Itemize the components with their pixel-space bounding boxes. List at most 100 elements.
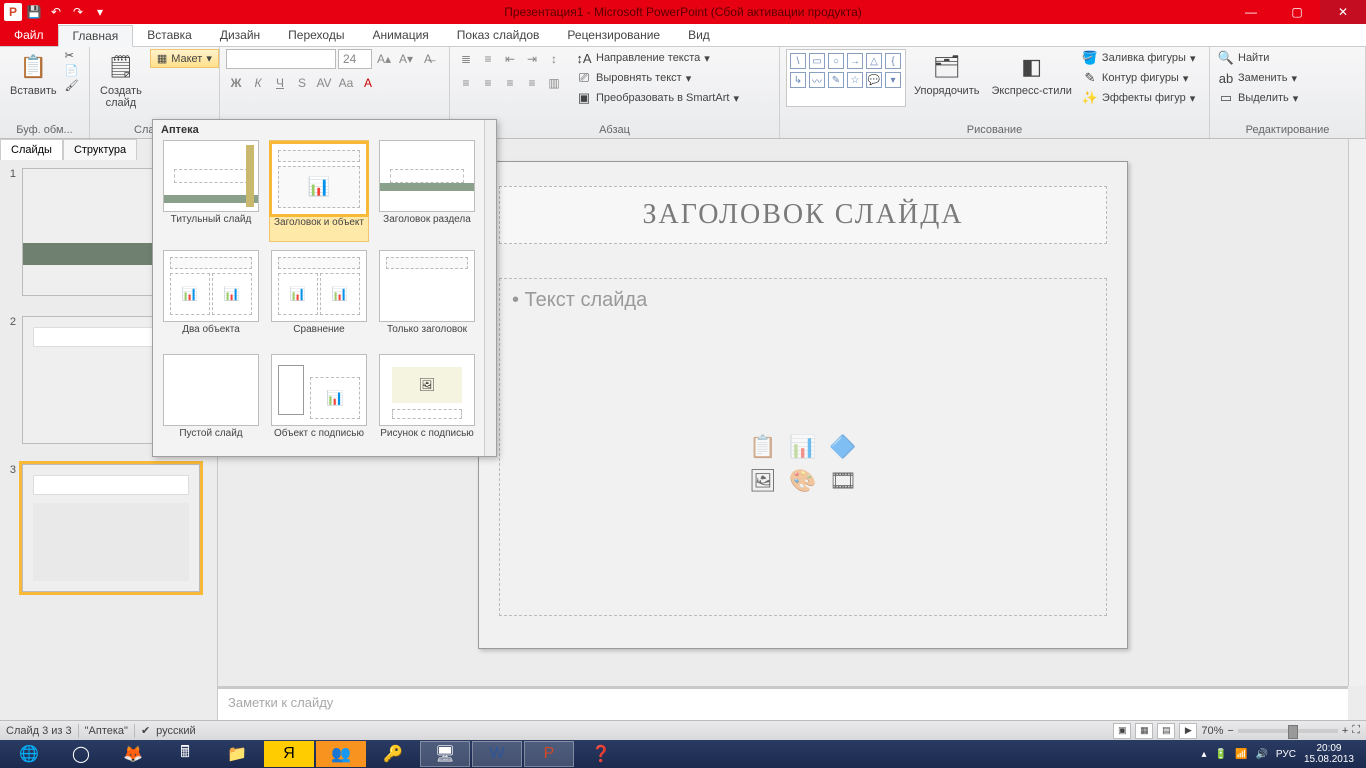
taskbar-hp-icon[interactable]: ◯: [56, 741, 106, 767]
vertical-scrollbar[interactable]: [1348, 139, 1366, 686]
taskbar-ok-icon[interactable]: 👥: [316, 741, 366, 767]
layout-item-section-header[interactable]: Заголовок раздела: [377, 140, 477, 242]
layout-item-picture-caption[interactable]: Рисунок с подписью: [377, 354, 477, 450]
taskbar-yandex-icon[interactable]: Я: [264, 741, 314, 767]
insert-table-icon[interactable]: 📋: [746, 433, 780, 461]
bold-icon[interactable]: Ж: [226, 73, 246, 93]
layout-item-blank[interactable]: Пустой слайд: [161, 354, 261, 450]
insert-smartart-icon[interactable]: 🔷: [826, 433, 860, 461]
taskbar-calc-icon[interactable]: 🖩: [160, 741, 210, 767]
shape-fill-button[interactable]: 🪣Заливка фигуры ▾: [1080, 49, 1198, 67]
paste-button[interactable]: 📋 Вставить: [6, 49, 61, 99]
zoom-slider[interactable]: [1238, 729, 1338, 733]
tab-review[interactable]: Рецензирование: [553, 24, 674, 46]
close-button[interactable]: ✕: [1320, 0, 1366, 24]
taskbar-powerpoint-icon[interactable]: P: [524, 741, 574, 767]
new-slide-button[interactable]: 🗒 Создать слайд: [96, 49, 146, 111]
shape-connector-icon[interactable]: ↳: [790, 72, 806, 88]
find-button[interactable]: 🔍Найти: [1216, 49, 1300, 67]
numbering-icon[interactable]: ≡: [478, 49, 498, 69]
thumbnail-3[interactable]: 3: [4, 464, 213, 592]
tray-volume-icon[interactable]: 🔊: [1255, 749, 1267, 760]
replace-button[interactable]: abЗаменить ▾: [1216, 69, 1300, 87]
thumbs-tab-slides[interactable]: Слайды: [0, 139, 63, 160]
clear-format-icon[interactable]: A̶: [418, 49, 438, 69]
zoom-in-button[interactable]: +: [1342, 725, 1348, 737]
strike-icon[interactable]: S: [292, 73, 312, 93]
shape-more-icon[interactable]: ▾: [885, 72, 901, 88]
insert-chart-icon[interactable]: 📊: [786, 433, 820, 461]
shape-line-icon[interactable]: \: [790, 53, 806, 69]
tray-language[interactable]: РУС: [1276, 749, 1296, 760]
text-direction-button[interactable]: ↕AНаправление текста ▾: [574, 49, 741, 67]
qat-dropdown-icon[interactable]: ▾: [90, 2, 110, 22]
layout-dropdown-button[interactable]: ▦ Макет ▾: [150, 49, 219, 68]
shapes-gallery[interactable]: \ ▭ ○ → △ { ↳ 〰 ✎ ☆ 💬 ▾: [786, 49, 906, 107]
fit-window-button[interactable]: ⛶: [1352, 724, 1360, 737]
copy-icon[interactable]: 📄: [65, 64, 79, 77]
tab-transitions[interactable]: Переходы: [274, 24, 358, 46]
tray-network-icon[interactable]: 📶: [1235, 749, 1247, 760]
slide-title-placeholder[interactable]: ЗАГОЛОВОК СЛАЙДА: [499, 186, 1107, 244]
shape-arrow-icon[interactable]: →: [847, 53, 863, 69]
layout-item-comparison[interactable]: 📊📊 Сравнение: [269, 250, 369, 346]
view-slideshow-button[interactable]: ▶: [1179, 723, 1197, 739]
shape-outline-button[interactable]: ✎Контур фигуры ▾: [1080, 69, 1198, 87]
undo-icon[interactable]: ↶: [46, 2, 66, 22]
shape-curve-icon[interactable]: 〰: [809, 72, 825, 88]
view-reading-button[interactable]: ▤: [1157, 723, 1175, 739]
tab-home[interactable]: Главная: [58, 25, 134, 47]
taskbar-help-icon[interactable]: ❓: [576, 741, 626, 767]
shadow-icon[interactable]: AV: [314, 73, 334, 93]
shape-callout-icon[interactable]: 💬: [866, 72, 882, 88]
shape-effects-button[interactable]: ✨Эффекты фигур ▾: [1080, 89, 1198, 107]
insert-media-icon[interactable]: 🎞: [826, 467, 860, 495]
format-painter-icon[interactable]: 🖌: [65, 79, 79, 92]
font-size-combo[interactable]: 24: [338, 49, 372, 69]
shape-freeform-icon[interactable]: ✎: [828, 72, 844, 88]
convert-smartart-button[interactable]: ▣Преобразовать в SmartArt ▾: [574, 89, 741, 107]
taskbar-firefox-icon[interactable]: 🦊: [108, 741, 158, 767]
tab-insert[interactable]: Вставка: [133, 24, 206, 46]
shape-rect-icon[interactable]: ▭: [809, 53, 825, 69]
zoom-out-button[interactable]: −: [1227, 725, 1233, 737]
quick-styles-button[interactable]: ◧ Экспресс-стили: [987, 49, 1075, 99]
insert-clipart-icon[interactable]: 🎨: [786, 467, 820, 495]
italic-icon[interactable]: К: [248, 73, 268, 93]
tray-battery-icon[interactable]: 🔋: [1215, 749, 1227, 760]
spellcheck-icon[interactable]: ✔: [141, 724, 150, 737]
select-button[interactable]: ▭Выделить ▾: [1216, 89, 1300, 107]
layout-item-title-content[interactable]: 📊 Заголовок и объект: [269, 140, 369, 242]
shape-oval-icon[interactable]: ○: [828, 53, 844, 69]
taskbar-word-icon[interactable]: W: [472, 741, 522, 767]
tab-view[interactable]: Вид: [674, 24, 724, 46]
save-icon[interactable]: 💾: [24, 2, 44, 22]
taskbar-explorer-icon[interactable]: 📁: [212, 741, 262, 767]
shrink-font-icon[interactable]: A▾: [396, 49, 416, 69]
layout-item-two-content[interactable]: 📊📊 Два объекта: [161, 250, 261, 346]
layout-item-title-only[interactable]: Только заголовок: [377, 250, 477, 346]
align-left-icon[interactable]: ≡: [456, 73, 476, 93]
tab-design[interactable]: Дизайн: [206, 24, 274, 46]
justify-icon[interactable]: ≡: [522, 73, 542, 93]
maximize-button[interactable]: ▢: [1274, 0, 1320, 24]
layout-item-title-slide[interactable]: Титульный слайд: [161, 140, 261, 242]
layout-gallery-scrollbar[interactable]: [484, 120, 496, 456]
view-sorter-button[interactable]: ▦: [1135, 723, 1153, 739]
slide-canvas[interactable]: ЗАГОЛОВОК СЛАЙДА • Текст слайда 📋 📊 🔷 🖼 …: [478, 161, 1128, 649]
taskbar-ie-icon[interactable]: 🌐: [4, 741, 54, 767]
font-color-icon[interactable]: A: [358, 73, 378, 93]
align-text-button[interactable]: ⎚Выровнять текст ▾: [574, 69, 741, 87]
inc-indent-icon[interactable]: ⇥: [522, 49, 542, 69]
line-spacing-icon[interactable]: ↕: [544, 49, 564, 69]
status-language[interactable]: русский: [156, 725, 195, 737]
view-normal-button[interactable]: ▣: [1113, 723, 1131, 739]
shape-triangle-icon[interactable]: △: [866, 53, 882, 69]
insert-picture-icon[interactable]: 🖼: [746, 467, 780, 495]
shape-brace-icon[interactable]: {: [885, 53, 901, 69]
tab-slideshow[interactable]: Показ слайдов: [443, 24, 554, 46]
grow-font-icon[interactable]: A▴: [374, 49, 394, 69]
cut-icon[interactable]: ✂: [65, 49, 79, 62]
tab-animation[interactable]: Анимация: [358, 24, 442, 46]
tray-chevron-icon[interactable]: ▴: [1202, 749, 1207, 760]
